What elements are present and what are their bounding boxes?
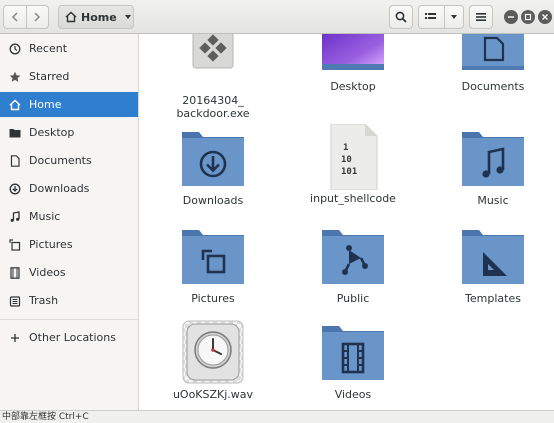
file-item[interactable]: uOoKSZKj.wav: [158, 320, 268, 401]
download-icon: [8, 182, 22, 196]
sidebar-item-music[interactable]: Music: [0, 204, 138, 229]
header-bar: Home: [0, 0, 554, 34]
file-label: 20164304_ backdoor.exe: [176, 94, 250, 120]
documents-folder-icon: [461, 34, 525, 92]
downloads-folder-icon: [181, 126, 245, 190]
film-icon: [8, 266, 22, 280]
file-view: 20164304_ backdoor.exe Desktop Documents: [140, 34, 554, 410]
file-label: Videos: [334, 388, 372, 401]
file-label: uOoKSZKj.wav: [172, 388, 254, 401]
sidebar-item-trash[interactable]: Trash: [0, 288, 138, 313]
view-dropdown-button[interactable]: [443, 6, 463, 28]
minimize-icon: [508, 16, 514, 18]
svg-text:1: 1: [343, 143, 348, 153]
chevron-left-icon: [11, 12, 18, 22]
sidebar-item-label: Music: [29, 210, 61, 223]
file-item[interactable]: Pictures: [158, 224, 268, 305]
svg-text:10: 10: [341, 155, 352, 165]
pictures-folder-icon: [181, 224, 245, 288]
sidebar-item-label: Desktop: [29, 126, 75, 139]
sidebar-item-label: Videos: [29, 266, 66, 279]
sidebar-item-downloads[interactable]: Downloads: [0, 176, 138, 201]
exe-icon: [181, 34, 245, 92]
sidebar-item-videos[interactable]: Videos: [0, 260, 138, 285]
close-button[interactable]: [538, 10, 552, 24]
back-button[interactable]: [4, 6, 26, 28]
trash-icon: [8, 294, 22, 308]
sidebar-item-recent[interactable]: Recent: [0, 36, 138, 61]
file-item[interactable]: Documents: [438, 34, 548, 93]
list-view-button[interactable]: [419, 6, 444, 28]
sidebar-item-label: Other Locations: [29, 331, 116, 344]
sidebar-item-documents[interactable]: Documents: [0, 148, 138, 173]
desktop-folder-icon: [8, 126, 22, 140]
sidebar-item-pictures[interactable]: Pictures: [0, 232, 138, 257]
minimize-button[interactable]: [504, 10, 518, 24]
file-item[interactable]: Desktop: [298, 34, 408, 93]
search-button[interactable]: [389, 5, 413, 29]
maximize-icon: [524, 13, 532, 21]
close-icon: [542, 14, 548, 20]
path-bar-home[interactable]: Home: [58, 5, 134, 29]
sidebar-item-label: Recent: [29, 42, 68, 55]
sidebar-divider: [0, 319, 138, 320]
maximize-button[interactable]: [521, 10, 535, 24]
templates-folder-icon: [461, 224, 525, 288]
sidebar-item-label: Pictures: [29, 238, 73, 251]
home-icon: [65, 11, 77, 23]
svg-text:101: 101: [341, 167, 357, 177]
sidebar-item-home[interactable]: Home: [0, 92, 138, 117]
sidebar-item-label: Downloads: [29, 182, 90, 195]
file-item[interactable]: Templates: [438, 224, 548, 305]
file-item[interactable]: 20164304_ backdoor.exe: [158, 34, 268, 120]
sidebar-item-label: Documents: [29, 154, 92, 167]
sidebar-item-label: Trash: [29, 294, 59, 307]
clock-icon: [8, 42, 22, 56]
music-note-icon: [8, 210, 22, 224]
sidebar: Recent Starred Home Desktop Documents Do…: [0, 34, 139, 410]
file-label: Public: [336, 292, 370, 305]
star-icon: [8, 70, 22, 84]
chevron-right-icon: [34, 12, 41, 22]
plus-icon: [8, 331, 22, 345]
status-text: 中部靠左框按 Ctrl+C: [2, 412, 89, 422]
public-folder-icon: [321, 224, 385, 288]
file-label: input_shellcode: [310, 192, 396, 205]
path-label: Home: [81, 10, 117, 24]
file-label: Templates: [465, 292, 521, 305]
file-item[interactable]: Downloads: [158, 126, 268, 207]
list-view-icon: [425, 13, 437, 19]
sidebar-item-starred[interactable]: Starred: [0, 64, 138, 89]
forward-button[interactable]: [25, 6, 49, 28]
menu-button[interactable]: [469, 5, 493, 29]
file-label: Downloads: [182, 194, 244, 207]
desktop-folder-icon: [321, 34, 385, 92]
status-bar: 中部靠左框按 Ctrl+C: [0, 410, 554, 423]
chevron-down-icon: [450, 15, 457, 19]
binary-file-icon: 1 10 101: [321, 123, 385, 191]
sidebar-item-label: Starred: [29, 70, 70, 83]
search-icon: [395, 11, 407, 23]
navigation-buttons: [3, 5, 49, 29]
file-label: Pictures: [191, 292, 235, 305]
home-icon: [8, 98, 22, 112]
chevron-down-icon: [124, 15, 131, 19]
file-item[interactable]: Music: [438, 126, 548, 207]
document-icon: [8, 154, 22, 168]
file-label: Music: [477, 194, 509, 207]
hamburger-menu-icon: [476, 13, 486, 21]
sidebar-item-other-locations[interactable]: Other Locations: [0, 325, 138, 350]
audio-file-icon: [181, 320, 245, 384]
view-options: [418, 5, 464, 29]
file-item[interactable]: 1 10 101 input_shellcode: [298, 123, 408, 205]
picture-icon: [8, 238, 22, 252]
videos-folder-icon: [321, 320, 385, 384]
file-item[interactable]: Public: [298, 224, 408, 305]
sidebar-item-label: Home: [29, 98, 62, 111]
music-folder-icon: [461, 126, 525, 190]
file-item[interactable]: Videos: [298, 320, 408, 401]
sidebar-item-desktop[interactable]: Desktop: [0, 120, 138, 145]
